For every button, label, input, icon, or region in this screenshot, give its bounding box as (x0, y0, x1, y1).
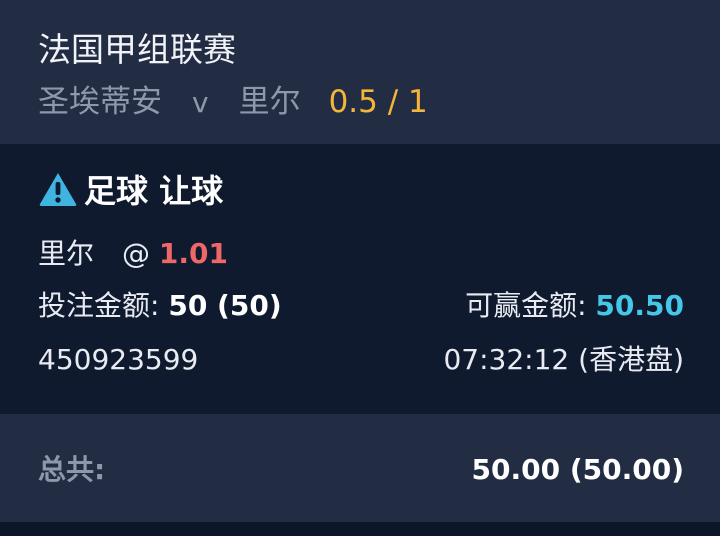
bet-slip-page: 法国甲组联赛 圣埃蒂安 v 里尔 0.5 / 1 足球 让球 里尔 @ 1.01 投注金… (0, 0, 720, 536)
home-team: 圣埃蒂安 (38, 84, 162, 120)
bet-time: 07:32:12 (香港盘) (443, 343, 684, 376)
selection-line: 里尔 @ 1.01 (38, 234, 228, 274)
win-info: 可赢金额: 50.50 (465, 286, 684, 326)
win-label: 可赢金额: (465, 289, 587, 322)
stake-label: 投注金额: (38, 289, 160, 322)
at-symbol: @ (122, 237, 151, 270)
stake-info: 投注金额: 50 (50) (38, 286, 282, 326)
total-label: 总共: (38, 453, 106, 486)
bet-detail-card: 足球 让球 里尔 @ 1.01 投注金额: 50 (50) 可赢金额: 50.50… (0, 144, 720, 414)
away-team: 里尔 (238, 84, 301, 120)
win-value: 50.50 (595, 289, 684, 322)
handicap-value: 0.5 / 1 (328, 84, 428, 120)
stake-value: 50 (50) (168, 289, 282, 322)
odds-value: 1.01 (158, 237, 229, 270)
versus-label: v (192, 86, 209, 119)
ticket-row: 450923599 07:32:12 (香港盘) (38, 340, 684, 380)
total-value: 50.00 (50.00) (471, 453, 684, 486)
bet-type-label: 足球 让球 (84, 172, 224, 210)
amount-row: 投注金额: 50 (50) 可赢金额: 50.50 (38, 286, 684, 326)
match-header: 法国甲组联赛 圣埃蒂安 v 里尔 0.5 / 1 (0, 0, 720, 144)
total-bar: 总共: 50.00 (50.00) (0, 414, 720, 522)
bet-type: 足球 让球 (38, 168, 223, 210)
ticket-id: 450923599 (38, 343, 199, 376)
warning-icon (39, 173, 77, 206)
selection-team: 里尔 (38, 237, 95, 270)
league-name: 法国甲组联赛 (38, 30, 236, 69)
match-line: 圣埃蒂安 v 里尔 0.5 / 1 (38, 80, 428, 124)
